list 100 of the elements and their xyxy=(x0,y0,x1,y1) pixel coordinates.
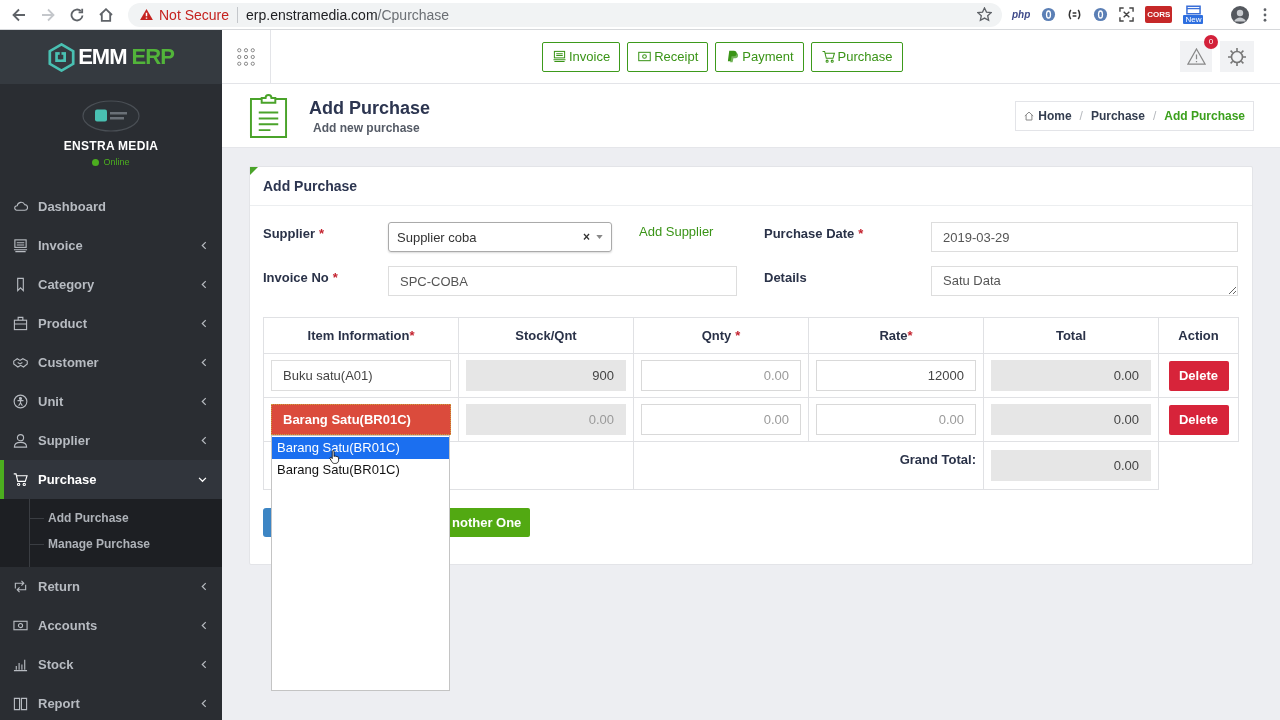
banknote-icon xyxy=(638,50,652,63)
page-subtitle: Add new purchase xyxy=(313,120,421,135)
profile-avatar[interactable] xyxy=(1231,5,1250,24)
settings-button[interactable] xyxy=(1220,41,1254,72)
dropdown-option[interactable]: Barang Satu(BR01C) xyxy=(272,459,449,481)
column-header: Item Information* xyxy=(307,328,415,343)
grand-total-field[interactable]: 0.00 xyxy=(991,450,1151,481)
home-icon[interactable] xyxy=(99,7,113,22)
logo-text: EMM ERP xyxy=(78,44,174,70)
hexagon-logo-icon xyxy=(48,42,76,72)
sidebar-menu-item[interactable]: Dashboard xyxy=(0,187,222,226)
handshake-icon xyxy=(13,355,28,370)
sidebar-menu-item[interactable]: Purchase xyxy=(0,460,222,499)
cart-icon xyxy=(821,50,835,63)
number-field[interactable]: 0.00 xyxy=(641,360,801,391)
sidebar-menu-item[interactable]: Supplier xyxy=(0,421,222,460)
extension-badge[interactable]: CORS xyxy=(1145,6,1173,23)
number-field[interactable]: 0.00 xyxy=(816,404,976,435)
dropdown-option[interactable]: Barang Satu(BR01C) xyxy=(272,437,449,459)
column-header: Stock/Qnt xyxy=(515,328,577,343)
sidebar-menu-item[interactable]: Category xyxy=(0,265,222,304)
home-icon xyxy=(1024,110,1035,121)
extension-label[interactable]: php xyxy=(1012,9,1031,20)
sidebar-menu-item[interactable]: Report xyxy=(0,684,222,720)
column-header: Rate* xyxy=(879,328,913,343)
corner-triangle-icon xyxy=(250,167,258,175)
supplier-select[interactable]: Supplier coba × xyxy=(388,222,612,252)
sidebar-menu-item[interactable]: Accounts xyxy=(0,606,222,645)
profile-name: ENSTRA MEDIA xyxy=(63,139,159,153)
profile-avatar xyxy=(82,100,140,132)
number-field[interactable]: 900 xyxy=(466,360,626,391)
brackets-icon[interactable] xyxy=(1067,7,1083,22)
more-menu-icon[interactable] xyxy=(1263,7,1268,22)
item-field[interactable]: Buku satu(A01) xyxy=(271,360,451,391)
reload-icon[interactable] xyxy=(70,7,84,22)
panel-title: Add Purchase xyxy=(250,167,1252,206)
text-field[interactable]: SPC-COBA xyxy=(388,266,737,296)
app-grid-icon[interactable] xyxy=(237,47,255,66)
bar-chart-icon xyxy=(13,657,28,672)
user-icon xyxy=(13,433,28,448)
field-label: Details xyxy=(764,270,807,285)
quick-action-button[interactable]: Receipt xyxy=(627,41,709,72)
star-icon[interactable] xyxy=(977,7,992,22)
banknote-icon xyxy=(13,618,28,633)
window-icon[interactable] xyxy=(1185,5,1201,15)
number-field[interactable]: 0.00 xyxy=(991,404,1151,435)
breadcrumb-link[interactable]: Purchase xyxy=(1090,108,1145,123)
sidebar-menu-item[interactable]: Invoice xyxy=(0,226,222,265)
sidebar-menu-item[interactable]: Customer xyxy=(0,343,222,382)
number-field[interactable]: 0.00 xyxy=(641,404,801,435)
ring-icon[interactable] xyxy=(1093,7,1109,22)
ring-icon[interactable] xyxy=(1041,7,1057,22)
field-label: Invoice No * xyxy=(263,270,338,285)
column-header: Total xyxy=(1055,328,1087,343)
capture-frame-icon[interactable] xyxy=(1119,7,1135,22)
delete-button[interactable]: Delete xyxy=(1168,360,1229,391)
payment-logo-icon xyxy=(726,50,740,63)
item-select[interactable]: Barang Satu(BR01C) xyxy=(271,404,451,435)
sidebar-menu-item[interactable]: Unit xyxy=(0,382,222,421)
add-supplier-link[interactable]: Add Supplier xyxy=(639,222,714,239)
briefcase-icon xyxy=(13,316,28,331)
address-bar[interactable]: Not Secure erp.enstramedia.com/Cpurchase xyxy=(128,2,1002,27)
back-arrow-icon[interactable] xyxy=(12,7,26,22)
cloud-icon xyxy=(13,199,28,214)
grand-total-label: Grand Total: xyxy=(899,452,976,467)
breadcrumb-separator: / xyxy=(1152,108,1157,123)
book-icon xyxy=(13,696,28,711)
cart-icon xyxy=(13,472,28,487)
security-label: Not Secure xyxy=(159,6,230,23)
breadcrumb-separator: / xyxy=(1079,108,1083,123)
text-field[interactable]: 2019-03-29 xyxy=(931,222,1238,252)
clear-button[interactable]: × xyxy=(583,230,590,244)
details-textarea[interactable]: Satu Data xyxy=(931,266,1238,296)
number-field[interactable]: 0.00 xyxy=(991,360,1151,391)
warning-icon xyxy=(1186,48,1206,65)
status-label: Online xyxy=(103,157,130,167)
warning-icon xyxy=(140,9,153,20)
field-label: Supplier * xyxy=(263,226,325,241)
sidebar-menu-item[interactable]: Product xyxy=(0,304,222,343)
quick-action-button[interactable]: Purchase xyxy=(810,41,903,72)
sidebar-menu-item[interactable]: Stock xyxy=(0,645,222,684)
sidebar-menu-item[interactable]: Return xyxy=(0,567,222,606)
keyboard-icon xyxy=(13,238,28,253)
notification-badge: 0 xyxy=(1204,35,1218,49)
quick-action-button[interactable]: Payment xyxy=(715,41,804,72)
number-field[interactable]: 0.00 xyxy=(466,404,626,435)
loop-arrows-icon xyxy=(13,579,28,594)
field-label: Purchase Date * xyxy=(764,226,864,241)
breadcrumb-link[interactable]: Home xyxy=(1038,108,1072,123)
quick-action-button[interactable]: Invoice xyxy=(542,41,621,72)
column-header: Action xyxy=(1178,328,1219,343)
delete-button[interactable]: Delete xyxy=(1168,404,1229,435)
number-field[interactable]: 12000 xyxy=(816,360,976,391)
url-text: erp.enstramedia.com/Cpurchase xyxy=(246,6,450,23)
figure-circle-icon xyxy=(13,394,28,409)
submenu-item[interactable]: Manage Purchase xyxy=(30,531,151,557)
submenu-item[interactable]: Add Purchase xyxy=(30,505,129,531)
settings-icon xyxy=(1227,46,1247,67)
page-title: Add Purchase xyxy=(309,96,431,119)
stacked-lines-icon xyxy=(553,50,566,63)
